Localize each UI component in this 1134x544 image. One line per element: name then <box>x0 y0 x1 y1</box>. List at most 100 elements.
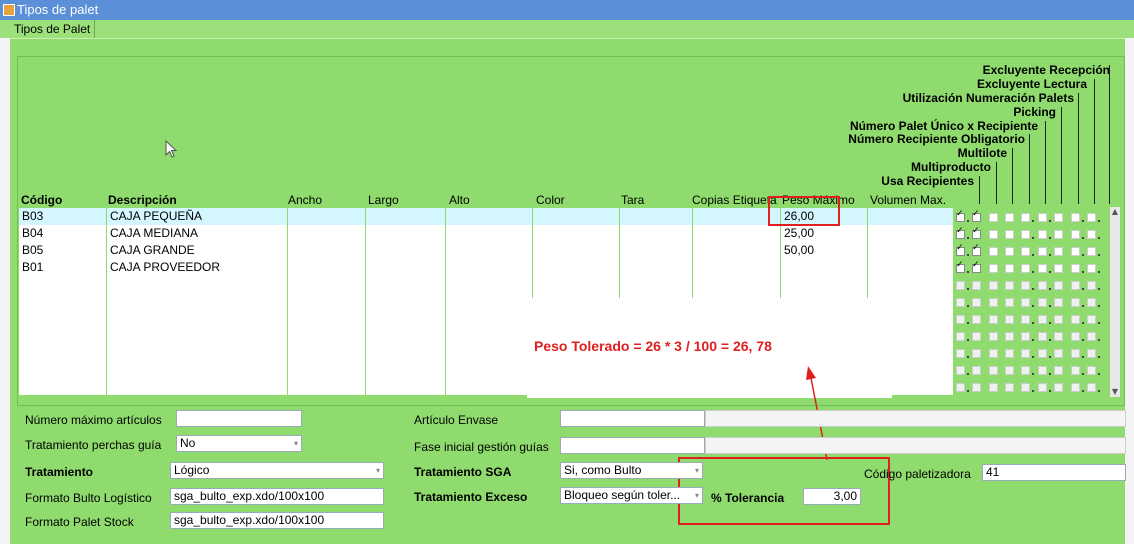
num-max-articulos-input[interactable] <box>176 410 302 427</box>
row-checkbox[interactable] <box>1087 332 1096 341</box>
table-cell[interactable] <box>446 361 533 378</box>
table-cell[interactable] <box>288 225 366 242</box>
table-cell[interactable] <box>446 276 533 293</box>
table-cell-codigo[interactable]: B05 <box>19 242 107 259</box>
table-cell[interactable] <box>533 208 620 225</box>
row-checkbox[interactable] <box>1021 281 1030 290</box>
row-checkbox[interactable] <box>1038 332 1047 341</box>
table-cell-descripcion[interactable] <box>107 310 288 327</box>
row-checkbox[interactable] <box>1054 281 1063 290</box>
row-checkbox[interactable] <box>1005 281 1014 290</box>
scroll-down-icon[interactable]: ▼ <box>1110 387 1120 397</box>
row-checkbox[interactable] <box>1071 281 1080 290</box>
table-cell[interactable] <box>446 378 533 395</box>
table-cell[interactable] <box>868 242 954 259</box>
table-cell[interactable] <box>446 208 533 225</box>
table-row[interactable]: B04 CAJA MEDIANA 25,00 <box>19 225 1109 242</box>
row-checkbox[interactable] <box>1021 247 1030 256</box>
chevron-down-icon[interactable]: ▾ <box>692 463 702 478</box>
table-cell-peso[interactable] <box>781 259 868 276</box>
row-checkbox[interactable] <box>972 243 981 256</box>
codigo-paletizadora-input[interactable]: 41 <box>982 464 1126 481</box>
table-cell[interactable] <box>533 259 620 276</box>
row-checkbox[interactable] <box>1071 349 1080 358</box>
table-row[interactable]: B05 CAJA GRANDE 50,00 <box>19 242 1109 259</box>
table-cell-descripcion[interactable]: CAJA PROVEEDOR <box>107 259 288 276</box>
row-checkbox[interactable] <box>1054 383 1063 392</box>
row-checkbox[interactable] <box>1054 366 1063 375</box>
table-cell-codigo[interactable] <box>19 361 107 378</box>
table-cell[interactable] <box>620 259 693 276</box>
chevron-down-icon[interactable]: ▾ <box>373 463 383 478</box>
table-cell[interactable] <box>446 344 533 361</box>
row-checkbox[interactable] <box>1054 230 1063 239</box>
row-checkbox[interactable] <box>972 383 981 392</box>
row-checkbox[interactable] <box>956 298 965 307</box>
table-cell[interactable] <box>693 242 781 259</box>
row-checkbox[interactable] <box>1087 264 1096 273</box>
table-cell[interactable] <box>366 327 446 344</box>
tab-tipos-de-palet[interactable]: Tipos de Palet <box>10 20 96 38</box>
table-cell[interactable] <box>446 293 533 310</box>
tratamiento-perchas-select[interactable]: No ▾ <box>176 435 302 452</box>
table-cell-descripcion[interactable]: CAJA PEQUEÑA <box>107 208 288 225</box>
row-checkbox[interactable] <box>1038 383 1047 392</box>
table-scrollbar[interactable]: ▲ ▼ <box>1110 207 1120 397</box>
row-checkbox[interactable] <box>1005 264 1014 273</box>
row-checkbox[interactable] <box>1038 366 1047 375</box>
table-row[interactable]: B03 CAJA PEQUEÑA 26,00 <box>19 208 1109 225</box>
row-checkbox[interactable] <box>989 315 998 324</box>
table-cell-descripcion[interactable] <box>107 327 288 344</box>
table-cell[interactable] <box>366 293 446 310</box>
table-cell[interactable] <box>868 225 954 242</box>
row-checkbox[interactable] <box>989 247 998 256</box>
table-cell[interactable] <box>446 242 533 259</box>
row-checkbox[interactable] <box>989 264 998 273</box>
row-checkbox[interactable] <box>1087 230 1096 239</box>
row-checkbox[interactable] <box>956 209 965 222</box>
table-cell[interactable] <box>366 242 446 259</box>
row-checkbox[interactable] <box>1087 281 1096 290</box>
row-checkbox[interactable] <box>1038 315 1047 324</box>
row-checkbox[interactable] <box>1021 383 1030 392</box>
row-checkbox[interactable] <box>989 349 998 358</box>
row-checkbox[interactable] <box>1071 264 1080 273</box>
row-checkbox[interactable] <box>956 332 965 341</box>
table-cell[interactable] <box>288 310 366 327</box>
row-checkbox[interactable] <box>1087 247 1096 256</box>
row-checkbox[interactable] <box>1038 213 1047 222</box>
table-cell-descripcion[interactable] <box>107 378 288 395</box>
table-cell[interactable] <box>446 259 533 276</box>
row-checkbox[interactable] <box>1087 349 1096 358</box>
table-cell[interactable] <box>288 344 366 361</box>
table-cell[interactable] <box>366 208 446 225</box>
fase-inicial-input[interactable] <box>560 437 705 454</box>
row-checkbox[interactable] <box>1038 298 1047 307</box>
row-checkbox[interactable] <box>1087 366 1096 375</box>
row-checkbox[interactable] <box>972 209 981 222</box>
scroll-up-icon[interactable]: ▲ <box>1110 207 1120 217</box>
row-checkbox[interactable] <box>1087 298 1096 307</box>
table-cell-descripcion[interactable] <box>107 344 288 361</box>
row-checkbox[interactable] <box>989 213 998 222</box>
table-cell-codigo[interactable] <box>19 344 107 361</box>
row-checkbox[interactable] <box>1071 383 1080 392</box>
row-checkbox[interactable] <box>1054 332 1063 341</box>
table-cell-descripcion[interactable] <box>107 293 288 310</box>
row-checkbox[interactable] <box>956 226 965 239</box>
row-checkbox[interactable] <box>1021 264 1030 273</box>
formato-bulto-input[interactable]: sga_bulto_exp.xdo/100x100 <box>170 488 384 505</box>
table-cell[interactable] <box>366 310 446 327</box>
table-cell[interactable] <box>288 293 366 310</box>
row-checkbox[interactable] <box>956 366 965 375</box>
row-checkbox[interactable] <box>1038 281 1047 290</box>
row-checkbox[interactable] <box>1005 349 1014 358</box>
table-cell[interactable] <box>620 276 693 293</box>
row-checkbox[interactable] <box>1005 332 1014 341</box>
table-cell-descripcion[interactable]: CAJA MEDIANA <box>107 225 288 242</box>
row-checkbox[interactable] <box>989 366 998 375</box>
table-cell-codigo[interactable] <box>19 378 107 395</box>
row-checkbox[interactable] <box>956 281 965 290</box>
table-row[interactable] <box>19 276 1109 293</box>
row-checkbox[interactable] <box>1038 264 1047 273</box>
